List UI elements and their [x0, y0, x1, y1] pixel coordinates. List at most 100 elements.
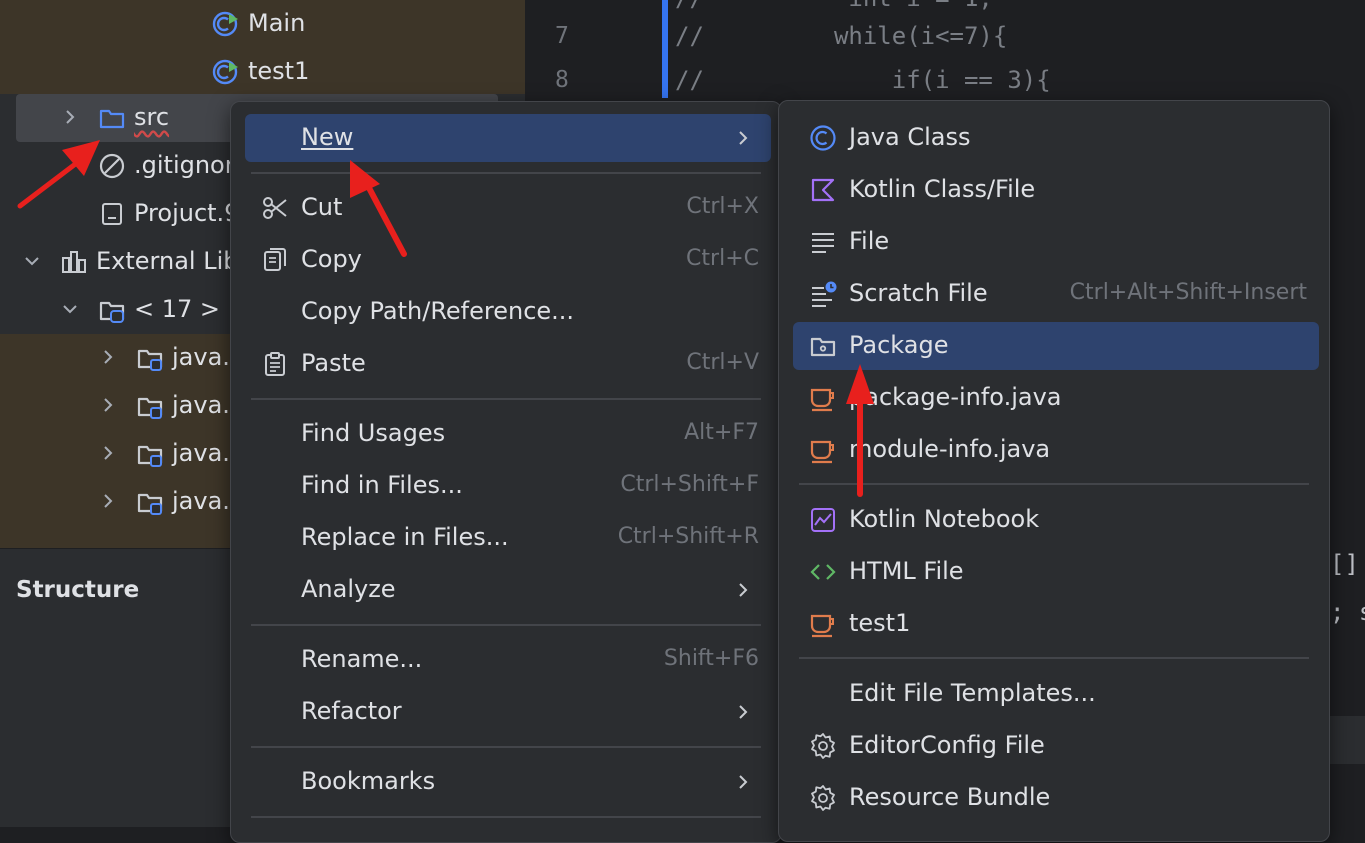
menu-item-java-class[interactable]: Java Class [793, 114, 1319, 162]
chevron-right-icon[interactable] [97, 442, 119, 464]
menu-item-label: Bookmarks [301, 767, 436, 795]
menu-item-analyze[interactable]: Analyze [245, 566, 771, 614]
menu-item-bookmarks[interactable]: Bookmarks [245, 758, 771, 806]
menu-item-module-info[interactable]: module-info.java [793, 426, 1319, 474]
code-line: // while(i<=7){ [675, 22, 1008, 50]
menu-item-kotlin-notebook[interactable]: Kotlin Notebook [793, 496, 1319, 544]
menu-separator [799, 483, 1309, 485]
scratch-file-icon [812, 281, 837, 307]
menu-item-shortcut: Ctrl+Shift+R [617, 524, 759, 549]
chevron-down-icon[interactable] [59, 298, 81, 320]
menu-item-rename[interactable]: Rename... Shift+F6 [245, 636, 771, 684]
menu-separator [251, 816, 761, 818]
copy-icon [264, 248, 286, 271]
scissors-icon [263, 197, 287, 219]
chevron-down-icon[interactable] [21, 250, 43, 272]
menu-item-label: module-info.java [849, 435, 1051, 463]
menu-separator [251, 172, 761, 174]
tree-item-label: Projuct.9 [134, 199, 240, 227]
menu-item-find-in-files[interactable]: Find in Files... Ctrl+Shift+F [245, 462, 771, 510]
notebook-icon [811, 508, 835, 532]
menu-item-editorconfig-file[interactable]: EditorConfig File [793, 722, 1319, 770]
chevron-right-icon[interactable] [59, 106, 81, 128]
change-marker [662, 0, 668, 98]
java-cup-icon [810, 388, 834, 412]
menu-item-label: Rename... [301, 645, 423, 673]
code-line-partial: // int i = 1; [675, 0, 993, 12]
menu-item-label: Analyze [301, 575, 396, 603]
menu-item-paste[interactable]: Paste Ctrl+V [245, 340, 771, 388]
menu-item-label: Refactor [301, 697, 402, 725]
menu-item-label: Find Usages [301, 419, 446, 447]
ignored-file-icon [99, 153, 125, 179]
menu-item-shortcut: Ctrl+X [686, 194, 759, 219]
menu-item-label: Kotlin Notebook [849, 505, 1040, 533]
tree-item-label: < 17 > [134, 295, 221, 323]
menu-item-new[interactable]: New [245, 114, 771, 162]
menu-item-label: package-info.java [849, 383, 1062, 411]
kotlin-icon [811, 178, 835, 202]
menu-item-resource-bundle[interactable]: Resource Bundle [793, 774, 1319, 822]
menu-item-copy[interactable]: Copy Ctrl+C [245, 236, 771, 284]
module-folder-icon [137, 445, 163, 467]
java-cup-icon [810, 440, 834, 464]
menu-item-cut[interactable]: Cut Ctrl+X [245, 184, 771, 232]
menu-item-label: Edit File Templates... [849, 679, 1096, 707]
menu-item-package[interactable]: Package [793, 322, 1319, 370]
menu-item-label: EditorConfig File [849, 731, 1045, 759]
menu-item-html-file[interactable]: HTML File [793, 548, 1319, 596]
menu-item-scratch-file[interactable]: Scratch File Ctrl+Alt+Shift+Insert [793, 270, 1319, 318]
menu-separator [251, 398, 761, 400]
tree-item-label: src [134, 103, 170, 131]
menu-separator [251, 746, 761, 748]
menu-item-file[interactable]: File [793, 218, 1319, 266]
tree-item-label: test1 [248, 57, 310, 85]
menu-item-test1-template[interactable]: test1 [793, 600, 1319, 648]
chevron-right-icon[interactable] [97, 394, 119, 416]
java-cup-icon [810, 614, 834, 638]
menu-item-label: Package [849, 331, 949, 359]
menu-item-shortcut: Ctrl+V [686, 350, 759, 375]
java-class-run-icon [212, 11, 238, 37]
menu-item-kotlin-class[interactable]: Kotlin Class/File [793, 166, 1319, 214]
menu-item-package-info[interactable]: package-info.java [793, 374, 1319, 422]
tree-item-label: .gitignor [134, 151, 235, 179]
menu-item-find-usages[interactable]: Find Usages Alt+F7 [245, 410, 771, 458]
chevron-right-icon [739, 131, 748, 145]
menu-item-label: Cut [301, 193, 343, 221]
folder-icon [99, 109, 125, 129]
menu-item-label: Copy [301, 245, 362, 273]
menu-item-shortcut: Ctrl+C [686, 246, 759, 271]
menu-item-shortcut: Alt+F7 [684, 420, 759, 445]
menu-item-replace-in-files[interactable]: Replace in Files... Ctrl+Shift+R [245, 514, 771, 562]
menu-item-label: Resource Bundle [849, 783, 1051, 811]
tree-item-test1[interactable]: test1 [0, 48, 525, 94]
menu-item-label: Copy Path/Reference... [301, 297, 575, 325]
menu-item-shortcut: Shift+F6 [663, 646, 759, 671]
menu-item-label: Paste [301, 349, 366, 377]
menu-item-copy-path[interactable]: Copy Path/Reference... [245, 288, 771, 336]
menu-item-label: Find in Files... [301, 471, 463, 499]
menu-item-refactor[interactable]: Refactor [245, 688, 771, 736]
clipboard-icon [265, 352, 285, 376]
tree-item-main[interactable]: Main [0, 0, 525, 48]
structure-panel-title: Structure [16, 577, 140, 603]
module-folder-icon [137, 493, 163, 515]
code-fragment: ; s [1330, 598, 1365, 626]
package-icon [810, 337, 836, 357]
chevron-right-icon[interactable] [97, 346, 119, 368]
menu-item-label: Replace in Files... [301, 523, 509, 551]
chevron-right-icon [739, 775, 748, 789]
menu-item-shortcut: Ctrl+Shift+F [620, 472, 759, 497]
menu-item-edit-file-templates[interactable]: Edit File Templates... [793, 670, 1319, 718]
java-class-icon [810, 125, 836, 151]
tree-item-label: External Lib [96, 247, 239, 275]
menu-item-label: test1 [849, 609, 911, 637]
editor-highlight-strip [1330, 716, 1365, 764]
file-icon [102, 203, 122, 225]
menu-item-label: Kotlin Class/File [849, 175, 1036, 203]
code-fragment: [] [1330, 550, 1359, 578]
menu-item-label: Scratch File [849, 279, 988, 307]
chevron-right-icon [739, 583, 748, 597]
chevron-right-icon[interactable] [97, 490, 119, 512]
